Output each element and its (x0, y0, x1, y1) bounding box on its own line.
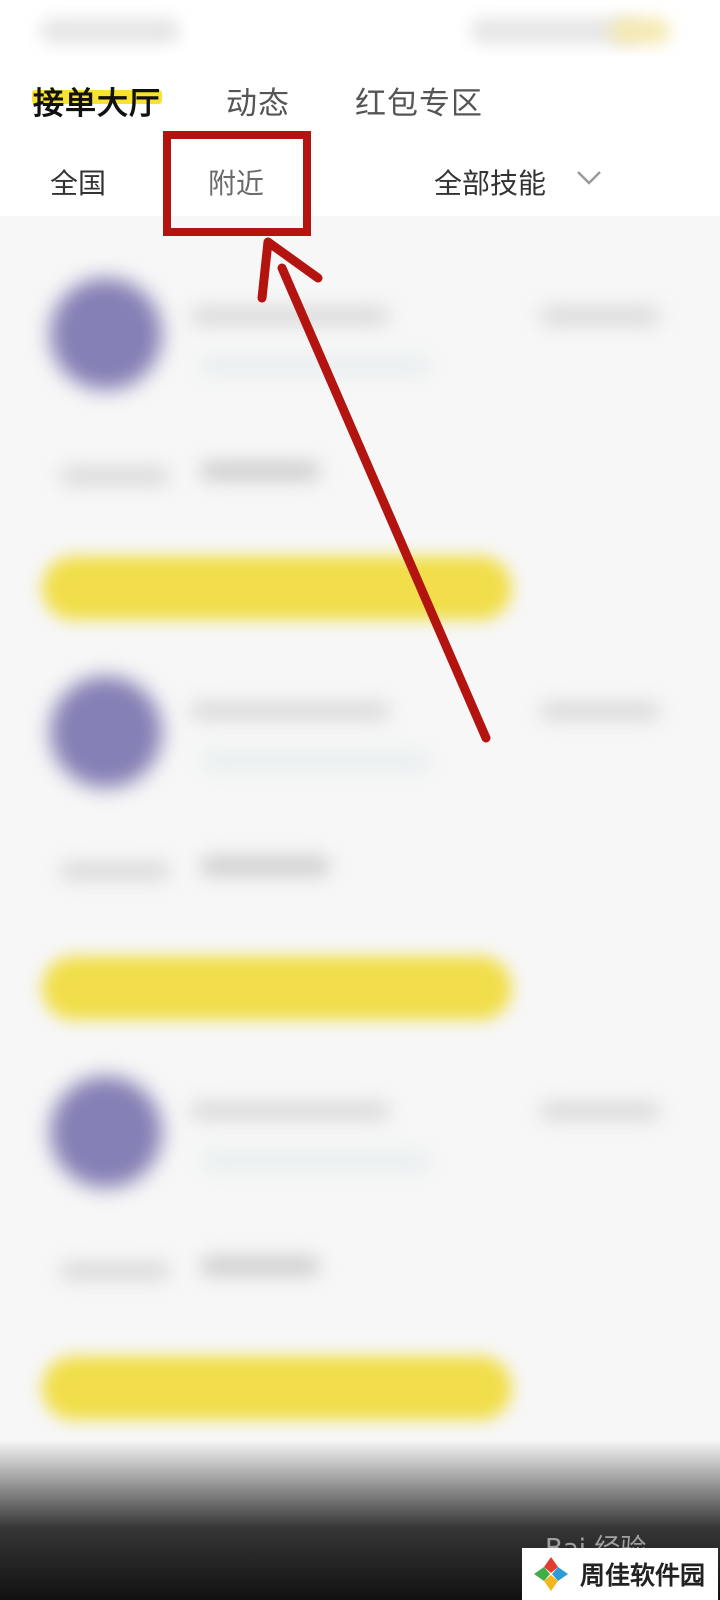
feed-card[interactable] (0, 656, 720, 1056)
blur-line (200, 1151, 430, 1171)
blur-line (60, 466, 170, 486)
blur-pill (42, 956, 512, 1020)
chevron-down-icon[interactable] (576, 170, 602, 186)
blur-line (60, 1261, 170, 1281)
site-watermark: 周佳软件园 (522, 1548, 718, 1600)
filter-all-skills-label: 全部技能 (434, 167, 547, 200)
blur-pill (42, 556, 512, 620)
status-bar (0, 0, 720, 56)
blur-line (200, 856, 330, 876)
filter-bar: 全国 附近 全部技能 (0, 140, 720, 216)
filter-all-skills[interactable]: 全部技能 (434, 162, 546, 202)
status-blur-battery (610, 18, 670, 44)
blur-line (200, 356, 430, 376)
annotation-box (163, 131, 311, 236)
filter-nationwide[interactable]: 全国 (50, 162, 106, 202)
blur-line (190, 701, 390, 721)
blur-pill (42, 1356, 512, 1420)
blur-line (190, 1101, 390, 1121)
feed-card[interactable] (0, 1056, 720, 1456)
tab-order-hall[interactable]: 接单大厅 (33, 78, 161, 123)
tab-red-packet[interactable]: 红包专区 (355, 78, 483, 123)
avatar (50, 1076, 162, 1188)
blur-line (540, 701, 660, 721)
blur-line (540, 1101, 660, 1121)
blur-line (200, 461, 320, 481)
avatar (50, 278, 162, 390)
app-screen: 接单大厅 动态 红包专区 全国 附近 全部技能 周佳软件园 (0, 0, 720, 1600)
tab-dynamics[interactable]: 动态 (226, 78, 290, 123)
blur-line (190, 306, 390, 326)
blur-line (200, 1256, 320, 1276)
status-blur-left (40, 18, 180, 44)
avatar (50, 676, 162, 788)
blur-line (200, 751, 430, 771)
blur-line (60, 861, 170, 881)
site-name: 周佳软件园 (580, 1561, 706, 1590)
blur-line (540, 306, 660, 326)
feed-card[interactable] (0, 256, 720, 656)
order-feed (0, 216, 720, 1600)
site-logo-icon (534, 1557, 568, 1591)
primary-tabs: 接单大厅 动态 红包专区 (0, 56, 720, 140)
